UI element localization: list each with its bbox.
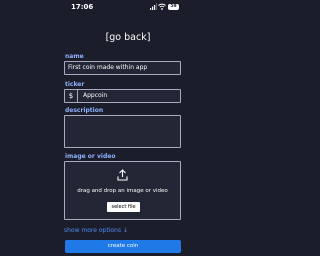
name-value: First coin made within app bbox=[68, 64, 148, 71]
show-more-options-link[interactable]: show more options ↓ bbox=[64, 227, 128, 234]
name-field[interactable]: First coin made within app bbox=[64, 61, 181, 75]
name-label: name bbox=[65, 53, 84, 60]
status-time: 17:06 bbox=[71, 3, 94, 11]
go-back-link[interactable]: [go back] bbox=[0, 32, 256, 43]
wifi-icon bbox=[158, 3, 166, 10]
create-coin-button[interactable]: create coin bbox=[65, 240, 181, 253]
description-field[interactable] bbox=[64, 115, 181, 148]
ticker-value: Appcoin bbox=[83, 92, 108, 99]
status-bar: 17:06 59 bbox=[0, 0, 256, 14]
ticker-label: ticker bbox=[65, 81, 85, 88]
media-dropzone[interactable]: drag and drop an image or video select f… bbox=[64, 161, 181, 220]
upload-icon bbox=[117, 169, 128, 181]
dropzone-text: drag and drop an image or video bbox=[77, 188, 168, 194]
status-icons: 59 bbox=[150, 3, 180, 11]
dollar-sign-prefix: $ bbox=[65, 90, 78, 102]
cellular-signal-icon bbox=[150, 3, 157, 10]
battery-icon: 59 bbox=[168, 4, 179, 10]
description-label: description bbox=[65, 107, 104, 114]
ticker-field[interactable]: $ Appcoin bbox=[64, 89, 181, 103]
image-or-video-label: image or video bbox=[65, 153, 116, 160]
select-file-button[interactable]: select file bbox=[107, 202, 140, 212]
